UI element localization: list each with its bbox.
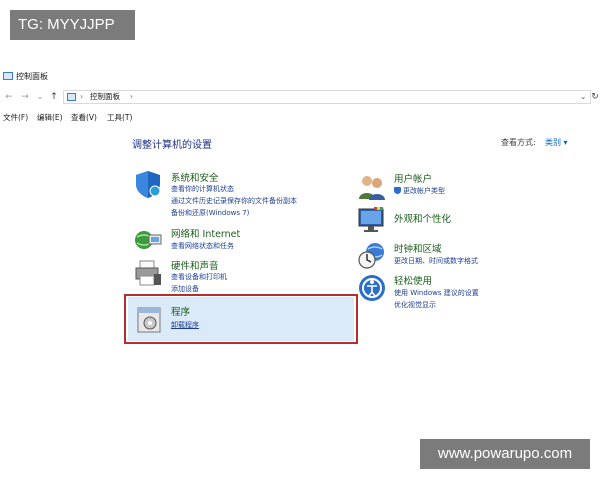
category-appearance-personalization[interactable]: 外观和个性化 [394, 211, 451, 225]
link-add-device[interactable]: 添加设备 [171, 284, 199, 294]
breadcrumb-separator-icon: › [80, 92, 83, 101]
refresh-icon[interactable]: ↻ [590, 89, 600, 105]
window-titlebar: 控制面板 [0, 68, 600, 86]
navigation-bar: ← → ⌄ ↑ › 控制面板 › ⌄ ↻ [0, 89, 600, 105]
menu-edit[interactable]: 编辑(E) [37, 111, 63, 125]
recent-dropdown-icon[interactable]: ⌄ [34, 89, 46, 105]
watermark-top-left: TG: MYYJJPP [10, 10, 135, 40]
programs-icon[interactable] [135, 305, 165, 335]
appearance-icon[interactable] [357, 205, 387, 235]
link-change-date-time-format[interactable]: 更改日期、时间或数字格式 [394, 256, 478, 266]
address-control-panel-icon [67, 93, 76, 101]
page-title: 调整计算机的设置 [132, 140, 212, 151]
category-network-internet[interactable]: 网络和 Internet [171, 226, 240, 240]
back-arrow-icon[interactable]: ← [3, 89, 15, 105]
uac-shield-icon [394, 187, 401, 194]
clock-globe-icon[interactable] [357, 240, 387, 270]
category-ease-of-access[interactable]: 轻松使用 [394, 273, 432, 287]
control-panel-icon [3, 72, 13, 80]
ease-of-access-icon[interactable] [357, 273, 387, 303]
menu-tools[interactable]: 工具(T) [107, 111, 132, 125]
address-dropdown-icon[interactable]: ⌄ [580, 91, 586, 103]
shield-icon[interactable] [133, 169, 163, 199]
breadcrumb-chevron-icon[interactable]: › [130, 91, 133, 103]
category-hardware-sound[interactable]: 硬件和声音 [171, 258, 219, 272]
category-system-security[interactable]: 系统和安全 [171, 170, 219, 184]
user-accounts-icon[interactable] [357, 172, 387, 202]
view-by-value: 类别 [545, 138, 561, 147]
category-user-accounts[interactable]: 用户帐户 [394, 171, 432, 185]
link-optimize-visual-display[interactable]: 优化视觉显示 [394, 300, 436, 310]
menu-view[interactable]: 查看(V) [71, 111, 97, 125]
link-windows-recommended-settings[interactable]: 使用 Windows 建议的设置 [394, 288, 479, 298]
address-bar[interactable]: › 控制面板 › ⌄ [63, 90, 591, 104]
link-file-history-backup[interactable]: 通过文件历史记录保存你的文件备份副本 [171, 196, 297, 206]
category-programs[interactable]: 程序 [171, 304, 190, 318]
view-by-dropdown[interactable]: 类别 ▾ [545, 137, 568, 148]
view-by-label: 查看方式: [501, 138, 536, 147]
forward-arrow-icon[interactable]: → [19, 89, 31, 105]
link-devices-printers[interactable]: 查看设备和打印机 [171, 272, 227, 282]
link-change-account-type[interactable]: 更改帐户类型 [394, 186, 445, 196]
menu-bar: 文件(F) 编辑(E) 查看(V) 工具(T) [0, 111, 600, 125]
link-network-status[interactable]: 查看网络状态和任务 [171, 241, 234, 251]
printer-icon[interactable] [133, 258, 163, 288]
watermark-bottom-right: www.powarupo.com [420, 439, 590, 469]
menu-file[interactable]: 文件(F) [3, 111, 28, 125]
breadcrumb-control-panel[interactable]: 控制面板 [90, 91, 120, 103]
link-view-computer-status[interactable]: 查看你的计算机状态 [171, 184, 234, 194]
network-globe-icon[interactable] [133, 225, 163, 255]
chevron-down-icon: ▾ [563, 138, 568, 147]
link-uninstall-program[interactable]: 卸载程序 [171, 320, 199, 330]
link-backup-restore[interactable]: 备份和还原(Windows 7) [171, 208, 249, 218]
up-arrow-icon[interactable]: ↑ [48, 89, 60, 105]
category-clock-region[interactable]: 时钟和区域 [394, 241, 442, 255]
window-title: 控制面板 [16, 72, 48, 81]
